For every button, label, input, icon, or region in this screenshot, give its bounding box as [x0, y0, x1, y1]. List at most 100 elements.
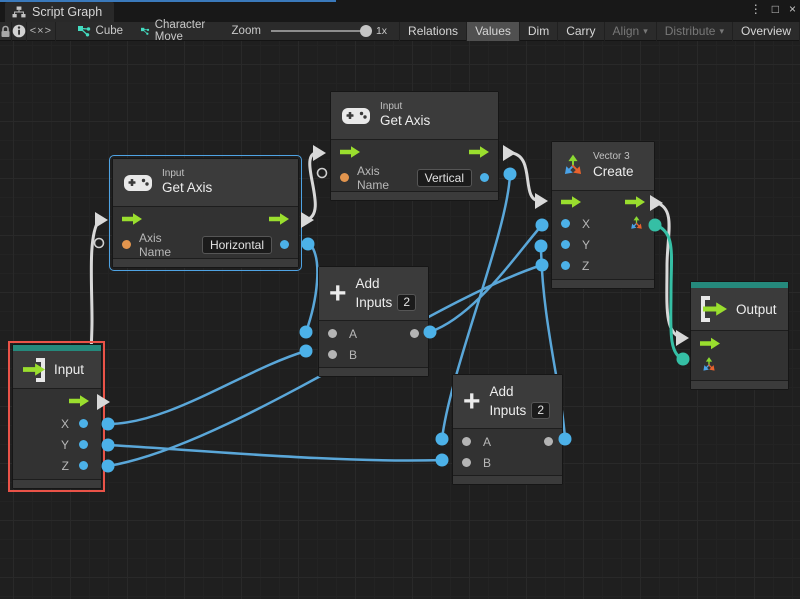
- script-graph-window: Script Graph ⋮ □ × <×>: [0, 0, 800, 599]
- sum-output-port[interactable]: [544, 437, 553, 446]
- code-view-button[interactable]: <×>: [27, 22, 55, 41]
- port-z-output[interactable]: [79, 461, 88, 470]
- axis-name-field[interactable]: Horizontal: [202, 236, 272, 254]
- node-footer: [552, 279, 654, 288]
- vector3-icon: [560, 153, 586, 179]
- info-icon: [12, 24, 26, 38]
- node-footer: [113, 258, 298, 267]
- port-x-output[interactable]: [79, 419, 88, 428]
- zoom-control: Zoom 1x: [232, 25, 388, 37]
- tab-script-graph[interactable]: Script Graph: [5, 2, 114, 22]
- output-event-icon: [701, 296, 727, 322]
- port-b-input[interactable]: [462, 458, 471, 467]
- close-icon[interactable]: ×: [789, 2, 796, 16]
- node-get-axis-horizontal[interactable]: Input Get Axis Axis Name Horizontal: [112, 158, 299, 268]
- hierarchy-icon: [12, 6, 26, 18]
- inspect-button[interactable]: [12, 22, 27, 41]
- node-header[interactable]: Output: [691, 288, 788, 331]
- dim-button[interactable]: Dim: [520, 22, 558, 41]
- values-button[interactable]: Values: [467, 22, 520, 41]
- port-label: Z: [582, 259, 589, 273]
- node-header[interactable]: + Add Inputs 2: [319, 267, 428, 321]
- inputs-count-field[interactable]: 2: [397, 294, 416, 311]
- gamepad-icon: [341, 106, 371, 126]
- flow-in-arrow[interactable]: [700, 337, 720, 350]
- port-z-input[interactable]: [561, 261, 570, 270]
- node-title: Add: [490, 384, 550, 401]
- wire-input-x-to-add1-b[interactable]: [108, 351, 306, 424]
- node-input-event[interactable]: Input X Y Z: [12, 344, 102, 489]
- result-port[interactable]: [280, 240, 289, 249]
- inputs-count-field[interactable]: 2: [531, 402, 550, 419]
- breadcrumb-character-move[interactable]: Character Move: [141, 19, 210, 43]
- port-y-input[interactable]: [561, 240, 570, 249]
- node-output-event[interactable]: Output: [690, 281, 789, 390]
- node-header[interactable]: Input Get Axis: [331, 92, 498, 140]
- maximize-icon[interactable]: □: [772, 2, 779, 16]
- wire-flow-getaxis-h-to-getaxis-v[interactable]: [306, 153, 315, 220]
- node-category: Input: [162, 168, 212, 181]
- carry-button[interactable]: Carry: [558, 22, 604, 41]
- wire-getaxis-h-to-add1-a[interactable]: [306, 244, 317, 332]
- add-icon: +: [463, 390, 481, 414]
- node-header[interactable]: + Add Inputs 2: [453, 375, 562, 429]
- node-category: Vector 3: [593, 151, 634, 164]
- port-a-input[interactable]: [328, 329, 337, 338]
- chevron-down-icon: ▾: [719, 26, 724, 37]
- menu-icon[interactable]: ⋮: [750, 2, 762, 16]
- zoom-slider[interactable]: [271, 30, 367, 32]
- vector3-output-port[interactable]: [628, 215, 645, 232]
- port-label: B: [483, 456, 491, 470]
- port-y-output[interactable]: [79, 440, 88, 449]
- port-row-z: Z: [13, 455, 101, 476]
- port-x-input[interactable]: [561, 219, 570, 228]
- node-add-2[interactable]: + Add Inputs 2 A B: [452, 374, 563, 485]
- axis-name-port[interactable]: [340, 173, 349, 182]
- overview-button[interactable]: Overview: [733, 22, 800, 41]
- flow-in-arrow[interactable]: [122, 213, 142, 226]
- port-label: A: [483, 435, 491, 449]
- port-a-input[interactable]: [462, 437, 471, 446]
- chevron-down-icon: ▾: [643, 26, 648, 37]
- inputs-label: Inputs: [490, 403, 527, 420]
- flow-in-arrow[interactable]: [561, 196, 581, 209]
- sum-output-port[interactable]: [410, 329, 419, 338]
- flow-out-arrow[interactable]: [469, 146, 489, 159]
- node-title: Get Axis: [162, 180, 212, 197]
- gamepad-icon: [123, 173, 153, 193]
- node-category: Input: [380, 101, 430, 114]
- flow-out-arrow[interactable]: [269, 213, 289, 226]
- node-header[interactable]: Input Get Axis: [113, 159, 298, 207]
- flow-out-arrow[interactable]: [69, 395, 89, 408]
- value-in-row: [691, 354, 788, 376]
- flow-in-arrow[interactable]: [340, 146, 360, 159]
- align-dropdown[interactable]: Align ▾: [605, 22, 657, 41]
- port-label: Axis Name: [139, 231, 194, 259]
- port-label: X: [582, 217, 590, 231]
- axis-name-field[interactable]: Vertical: [417, 169, 472, 187]
- graph-node-icon: [78, 26, 91, 37]
- node-header[interactable]: Vector 3 Create: [552, 142, 654, 191]
- flow-out-arrow[interactable]: [625, 196, 645, 209]
- result-port[interactable]: [480, 173, 489, 182]
- port-b-input[interactable]: [328, 350, 337, 359]
- node-get-axis-vertical[interactable]: Input Get Axis Axis Name Vertical: [330, 91, 499, 201]
- zoom-slider-handle[interactable]: [360, 25, 372, 37]
- distribute-dropdown[interactable]: Distribute ▾: [657, 22, 733, 41]
- node-header[interactable]: Input: [13, 351, 101, 389]
- node-add-1[interactable]: + Add Inputs 2 A B: [318, 266, 429, 377]
- lock-icon: [0, 25, 11, 38]
- axis-name-port[interactable]: [122, 240, 131, 249]
- tab-bar: Script Graph ⋮ □ ×: [0, 0, 800, 22]
- port-label: X: [61, 417, 69, 431]
- relations-button[interactable]: Relations: [400, 22, 467, 41]
- breadcrumb-cube[interactable]: Cube: [78, 25, 124, 37]
- node-footer: [331, 191, 498, 200]
- vector3-input-port[interactable]: [700, 356, 718, 374]
- wire-flow-getaxis-v-to-vector3[interactable]: [512, 153, 540, 201]
- port-row-z: Z: [552, 255, 654, 276]
- node-vector3-create[interactable]: Vector 3 Create X Y: [551, 141, 655, 289]
- port-label: A: [349, 327, 357, 341]
- lock-button[interactable]: [0, 22, 12, 41]
- graph-canvas[interactable]: Input X Y Z: [0, 41, 800, 599]
